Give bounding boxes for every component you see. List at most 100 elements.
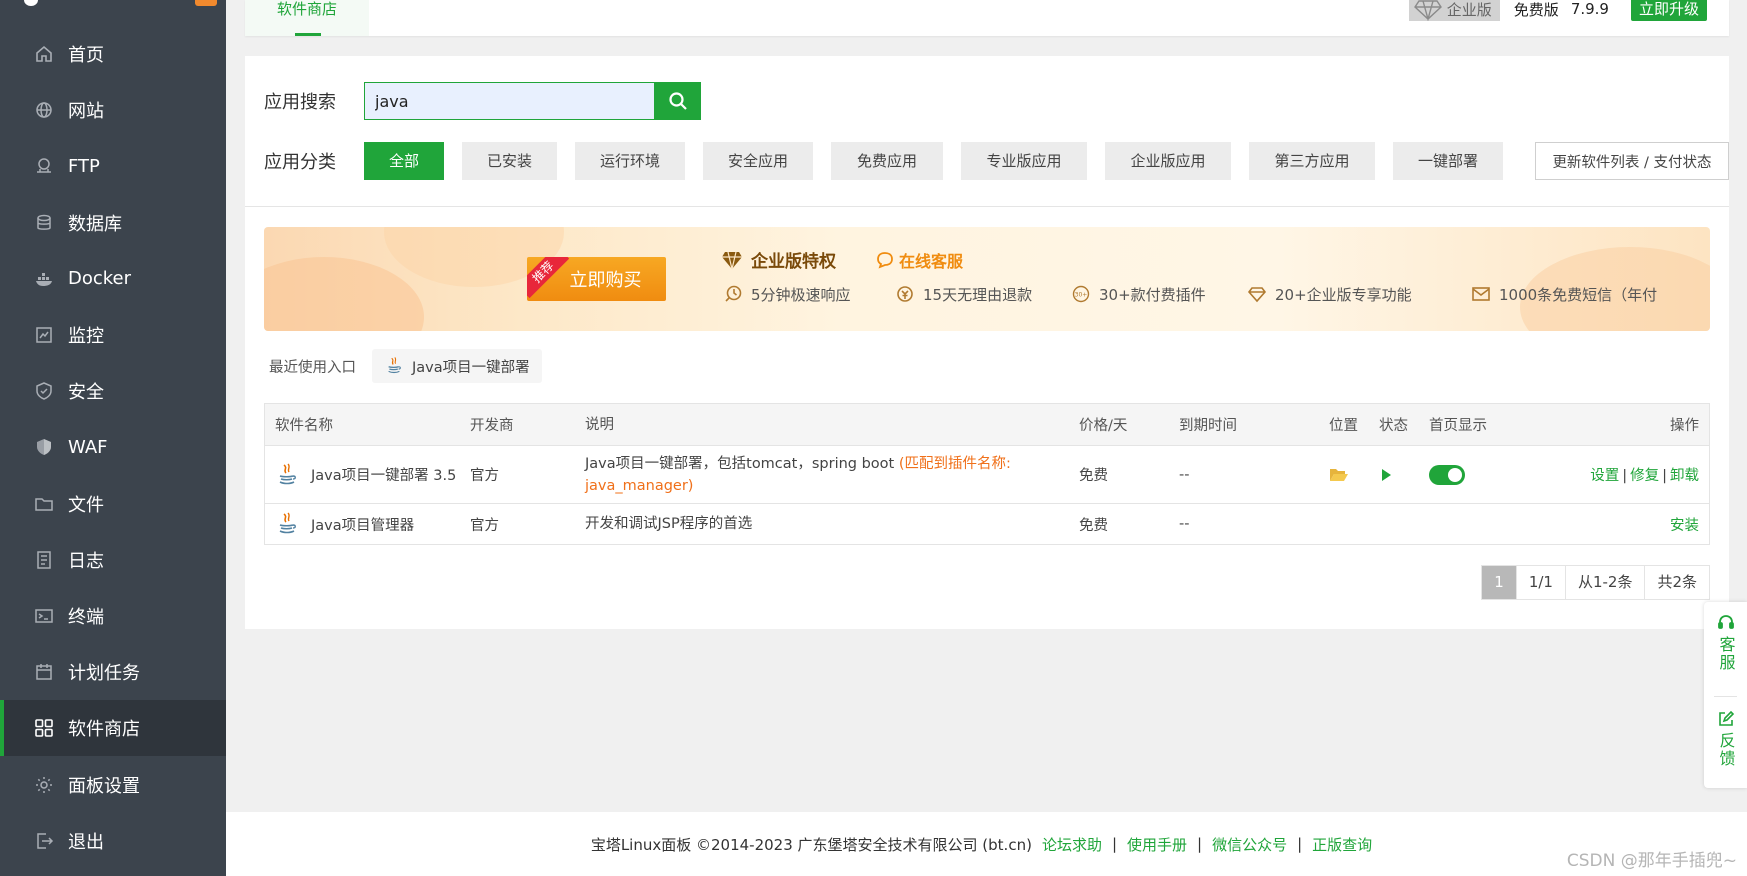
description-cell: 开发和调试JSP程序的首选 bbox=[585, 513, 1079, 535]
settings-link[interactable]: 设置 bbox=[1590, 468, 1619, 484]
divider bbox=[1714, 696, 1737, 697]
category-runtime[interactable]: 运行环境 bbox=[575, 142, 685, 180]
sidebar-item-database[interactable]: 数据库 bbox=[0, 195, 226, 251]
tab-app-store[interactable]: 软件商店 bbox=[245, 0, 369, 36]
separator: | bbox=[1297, 835, 1303, 853]
sidebar-item-cron[interactable]: 计划任务 bbox=[0, 644, 226, 700]
sidebar-item-label: 安全 bbox=[68, 382, 104, 404]
sidebar-item-label: 日志 bbox=[68, 550, 104, 572]
software-name[interactable]: Java项目一键部署 3.5 bbox=[311, 464, 456, 485]
category-enterprise[interactable]: 企业版应用 bbox=[1105, 142, 1231, 180]
price-cell: 免费 bbox=[1079, 517, 1108, 534]
sidebar-item-website[interactable]: 网站 bbox=[0, 82, 226, 138]
upgrade-button[interactable]: 立即升级 bbox=[1630, 0, 1707, 21]
column-header: 到期时间 bbox=[1179, 418, 1237, 434]
sidebar-item-label: 退出 bbox=[68, 831, 104, 853]
category-third-party[interactable]: 第三方应用 bbox=[1249, 142, 1375, 180]
homepage-display-toggle[interactable] bbox=[1429, 464, 1465, 485]
feedback-button[interactable]: 反馈 bbox=[1704, 710, 1747, 768]
play-icon[interactable] bbox=[1379, 468, 1393, 482]
category-free[interactable]: 免费应用 bbox=[831, 142, 943, 180]
sidebar-item-label: 面板设置 bbox=[68, 775, 140, 797]
chat-icon bbox=[877, 252, 893, 269]
column-header: 首页显示 bbox=[1429, 418, 1487, 434]
buy-now-button[interactable]: 推荐 立即购买 bbox=[527, 257, 666, 301]
ftp-icon bbox=[34, 156, 54, 176]
globe-icon bbox=[34, 100, 54, 120]
gear-icon bbox=[34, 775, 54, 795]
category-pro[interactable]: 专业版应用 bbox=[961, 142, 1087, 180]
sidebar-item-home[interactable]: 首页 bbox=[0, 26, 226, 82]
search-icon bbox=[668, 92, 687, 110]
recent-item[interactable]: Java项目一键部署 bbox=[372, 349, 542, 383]
customer-service-link[interactable]: 在线客服 bbox=[875, 248, 963, 272]
floating-service-panel: 客服 反馈 bbox=[1704, 602, 1747, 788]
buy-now-label: 立即购买 bbox=[569, 270, 642, 291]
sidebar-item-label: 终端 bbox=[68, 606, 104, 628]
search-input[interactable] bbox=[364, 82, 654, 120]
sidebar-item-ftp[interactable]: FTP bbox=[0, 138, 226, 194]
sidebar-item-docker[interactable]: Docker bbox=[0, 251, 226, 307]
search-row: 应用搜索 bbox=[264, 82, 701, 120]
notification-badge[interactable] bbox=[195, 0, 217, 6]
sidebar-item-label: 首页 bbox=[68, 45, 104, 67]
calendar-icon bbox=[34, 662, 54, 682]
customer-service-button[interactable]: 客服 bbox=[1704, 614, 1747, 672]
software-name[interactable]: Java项目管理器 bbox=[311, 514, 414, 535]
repair-link[interactable]: 修复 bbox=[1630, 468, 1659, 484]
sidebar-item-monitor[interactable]: 监控 bbox=[0, 307, 226, 363]
sidebar-item-security[interactable]: 安全 bbox=[0, 363, 226, 419]
category-all[interactable]: 全部 bbox=[364, 142, 444, 180]
search-button[interactable] bbox=[654, 82, 701, 120]
status-cell bbox=[1379, 468, 1429, 482]
folder-open-icon[interactable] bbox=[1329, 467, 1349, 483]
sidebar-item-app-store[interactable]: 软件商店 bbox=[0, 700, 226, 757]
watermark: CSDN @那年手插兜~ bbox=[1566, 851, 1737, 871]
operations-cell: 设置 | 修复 | 卸载 bbox=[1529, 464, 1709, 485]
category-installed[interactable]: 已安装 bbox=[462, 142, 557, 180]
uninstall-link[interactable]: 卸载 bbox=[1670, 468, 1699, 484]
column-header: 说明 bbox=[585, 416, 614, 433]
sidebar-item-files[interactable]: 文件 bbox=[0, 476, 226, 532]
license-check-link[interactable]: 正版查询 bbox=[1312, 834, 1372, 855]
sidebar-item-settings[interactable]: 面板设置 bbox=[0, 756, 226, 812]
install-link[interactable]: 安装 bbox=[1670, 518, 1699, 534]
sidebar-item-logout[interactable]: 退出 bbox=[0, 813, 226, 869]
refresh-list-button[interactable]: 更新软件列表 / 支付状态 bbox=[1535, 142, 1729, 180]
expire-cell: -- bbox=[1179, 466, 1190, 483]
sidebar-item-waf[interactable]: WAF bbox=[0, 419, 226, 475]
page-total: 共2条 bbox=[1644, 566, 1709, 599]
recent-label: 最近使用入口 bbox=[269, 359, 356, 376]
clock-icon bbox=[725, 285, 742, 302]
banner-decoration bbox=[264, 257, 424, 331]
monitor-icon bbox=[34, 325, 54, 345]
manual-link[interactable]: 使用手册 bbox=[1127, 834, 1187, 855]
diamond-icon bbox=[1247, 287, 1267, 303]
sidebar-item-terminal[interactable]: 终端 bbox=[0, 588, 226, 644]
column-header: 价格/天 bbox=[1079, 418, 1128, 434]
developer-cell: 官方 bbox=[470, 517, 499, 534]
forum-link[interactable]: 论坛求助 bbox=[1042, 834, 1102, 855]
sidebar-item-logs[interactable]: 日志 bbox=[0, 532, 226, 588]
waf-icon bbox=[34, 437, 54, 457]
version-label: 7.9.9 bbox=[1570, 0, 1609, 18]
column-header: 位置 bbox=[1329, 418, 1358, 434]
category-one-click[interactable]: 一键部署 bbox=[1393, 142, 1503, 180]
wechat-link[interactable]: 微信公众号 bbox=[1212, 834, 1287, 855]
feature-item: 15天无理由退款 bbox=[895, 284, 1071, 305]
table-row: Java项目一键部署 3.5 官方 Java项目一键部署，包括tomcat，sp… bbox=[265, 446, 1709, 504]
diamond-icon bbox=[1413, 0, 1442, 21]
edit-icon bbox=[1718, 710, 1734, 726]
docker-icon bbox=[34, 269, 54, 289]
top-right-group: 企业版 免费版 7.9.9 立即升级 bbox=[1408, 0, 1729, 22]
category-security[interactable]: 安全应用 bbox=[703, 142, 813, 180]
enterprise-badge[interactable]: 企业版 bbox=[1408, 0, 1500, 21]
apps-icon bbox=[34, 718, 54, 738]
separator: | bbox=[1662, 468, 1667, 484]
feedback-label: 反馈 bbox=[1716, 732, 1736, 768]
tab-underline bbox=[295, 33, 321, 36]
page-current[interactable]: 1 bbox=[1482, 566, 1516, 599]
sidebar-menu: 首页 网站 FTP 数据库 Docker 监控 安全 WAF 文件 日志 终端 … bbox=[0, 26, 226, 869]
sidebar-item-label: WAF bbox=[68, 436, 108, 458]
sidebar-item-label: FTP bbox=[68, 155, 100, 177]
